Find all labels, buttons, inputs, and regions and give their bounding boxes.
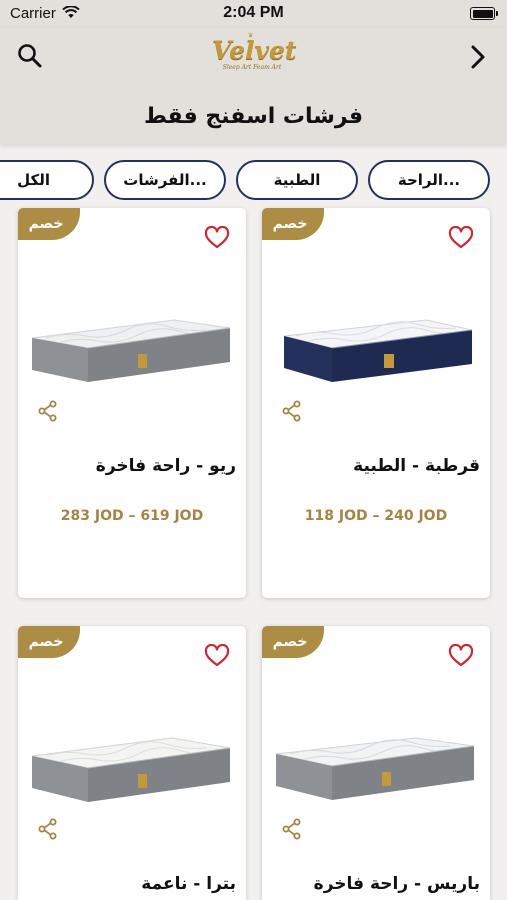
heart-icon[interactable] — [448, 226, 474, 250]
product-card[interactable]: خصم قرطبة - الطبية 118 JOD – 240 JOD — [262, 208, 490, 598]
discount-badge: خصم — [18, 208, 80, 240]
discount-badge: خصم — [18, 626, 80, 658]
product-name[interactable]: باريس - راحة فاخرة — [314, 874, 480, 894]
product-card[interactable]: خصم ريو - راحة فاخرة 283 JOD – 619 JOD — [18, 208, 246, 598]
product-name[interactable]: ريو - راحة فاخرة — [96, 456, 236, 476]
logo-wordmark: Velvet — [212, 36, 297, 65]
category-filter-bar[interactable]: الراحة... الطبية الفرشات... الكل — [0, 160, 507, 200]
filter-chip-mattresses[interactable]: الفرشات... — [104, 160, 226, 200]
crown-icon: ♛ — [248, 32, 254, 39]
heart-icon[interactable] — [204, 644, 230, 668]
battery-icon — [470, 7, 498, 20]
filter-chip-comfort[interactable]: الراحة... — [368, 160, 490, 200]
product-image[interactable] — [32, 724, 232, 804]
product-card[interactable]: خصم باريس - راحة فاخرة — [262, 626, 490, 900]
heart-icon[interactable] — [448, 644, 474, 668]
product-name[interactable]: بترا - ناعمة — [141, 874, 236, 894]
filter-chip-all[interactable]: الكل — [0, 160, 94, 200]
status-bar: Carrier 2:04 PM — [0, 0, 507, 28]
discount-badge: خصم — [262, 208, 324, 240]
product-image[interactable] — [32, 306, 232, 386]
heart-icon[interactable] — [204, 226, 230, 250]
product-card[interactable]: خصم بترا - ناعمة — [18, 626, 246, 900]
filter-chip-medical[interactable]: الطبية — [236, 160, 358, 200]
brand-logo[interactable]: ♛ Velvet Sleep Art Feam Art — [212, 32, 297, 82]
logo-tagline: Sleep Art Feam Art — [222, 64, 282, 71]
app-header: ♛ Velvet Sleep Art Feam Art فرشات اسفنج … — [0, 28, 507, 144]
product-price: 118 JOD – 240 JOD — [304, 508, 448, 524]
share-icon[interactable] — [282, 400, 302, 422]
share-icon[interactable] — [38, 400, 58, 422]
discount-badge: خصم — [262, 626, 324, 658]
clock: 2:04 PM — [223, 4, 284, 21]
chevron-right-icon[interactable] — [467, 42, 489, 72]
search-icon[interactable] — [16, 42, 44, 70]
share-icon[interactable] — [38, 818, 58, 840]
product-price: 283 JOD – 619 JOD — [60, 508, 204, 524]
share-icon[interactable] — [282, 818, 302, 840]
product-image[interactable] — [276, 724, 476, 804]
product-name[interactable]: قرطبة - الطبية — [353, 456, 480, 476]
page-title: فرشات اسفنج فقط — [143, 104, 364, 129]
product-image[interactable] — [276, 306, 476, 386]
